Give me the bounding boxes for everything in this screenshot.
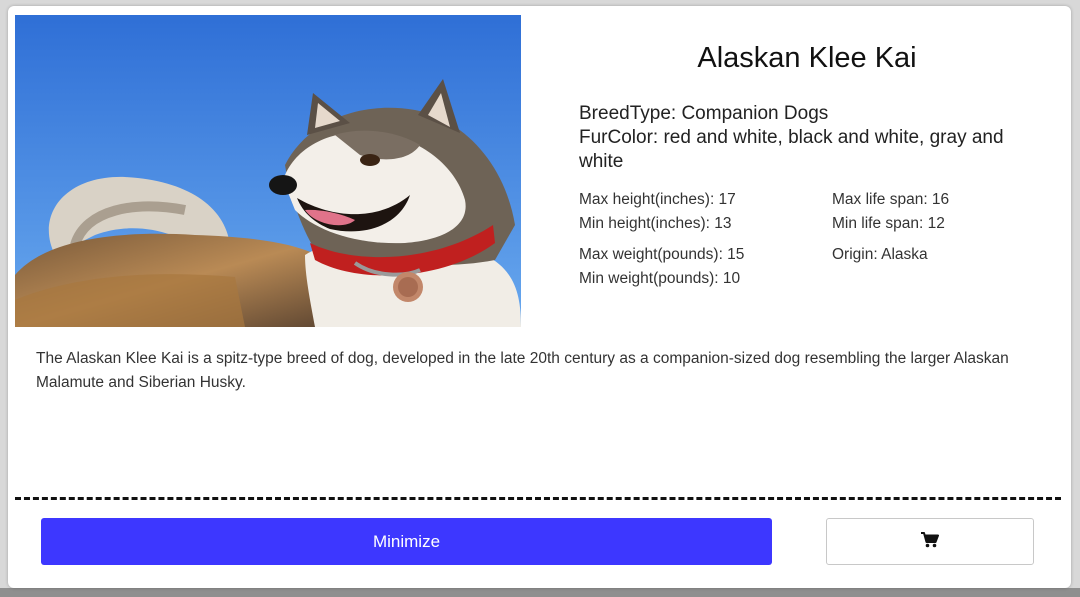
origin: Origin: Alaska bbox=[832, 246, 928, 263]
minimize-button[interactable]: Minimize bbox=[41, 518, 772, 565]
breed-card: Alaskan Klee Kai BreedType: Companion Do… bbox=[8, 6, 1071, 588]
min-life-span: Min life span: 12 bbox=[832, 215, 945, 232]
min-weight: Min weight(pounds): 10 bbox=[579, 270, 741, 287]
breed-traits: BreedType: Companion Dogs FurColor: red … bbox=[579, 102, 1039, 174]
min-height: Min height(inches): 13 bbox=[579, 215, 732, 232]
bottom-scroll-area bbox=[0, 588, 1080, 597]
breed-description: The Alaskan Klee Kai is a spitz-type bre… bbox=[36, 350, 1009, 391]
shopping-cart-icon bbox=[921, 532, 939, 551]
breed-name: Alaskan Klee Kai bbox=[697, 42, 917, 74]
breed-type: BreedType: Companion Dogs bbox=[579, 103, 829, 124]
max-life-span: Max life span: 16 bbox=[832, 191, 950, 208]
max-height: Max height(inches): 17 bbox=[579, 191, 736, 208]
max-weight: Max weight(pounds): 15 bbox=[579, 246, 745, 263]
dashed-divider bbox=[15, 497, 1061, 500]
add-to-cart-button[interactable] bbox=[826, 518, 1034, 565]
fur-color: FurColor: red and white, black and white… bbox=[579, 127, 1004, 172]
dog-photo bbox=[15, 15, 521, 327]
